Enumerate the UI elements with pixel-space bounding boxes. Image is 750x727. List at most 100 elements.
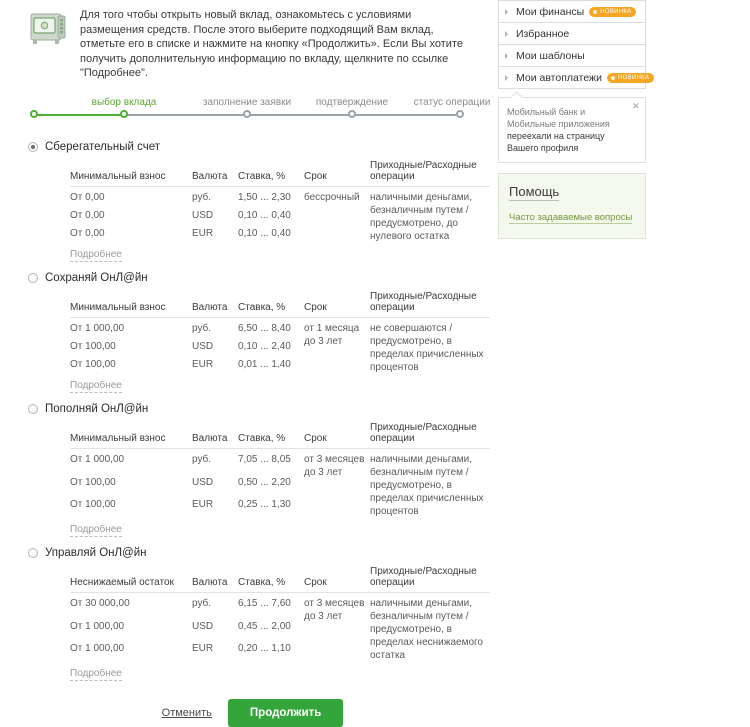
table-header-row: Минимальный взнос Валюта Ставка, % Срок … xyxy=(70,157,490,187)
col-rate: Ставка, % xyxy=(238,157,304,187)
details-link[interactable]: Подробнее xyxy=(70,524,122,537)
main-content: Для того чтобы открыть новый вклад, озна… xyxy=(0,0,495,727)
deposit-header[interactable]: Сохраняй ОнЛ@йн xyxy=(28,270,495,286)
details-link[interactable]: Подробнее xyxy=(70,668,122,681)
sidebar-item-my-finances[interactable]: Мои финансы НОВИНКА xyxy=(499,1,645,23)
cell-min: От 1 000,00 xyxy=(70,453,125,465)
stepper-node-2[interactable] xyxy=(243,109,251,118)
col-term: Срок xyxy=(304,419,370,449)
intro-text: Для того чтобы открыть новый вклад, озна… xyxy=(80,9,463,79)
close-icon[interactable]: ✕ xyxy=(632,102,640,111)
stepper-node-1[interactable] xyxy=(120,109,128,118)
sidebar-item-autopayments[interactable]: Мои автоплатежи НОВИНКА xyxy=(499,67,655,89)
notice-conjunction: и xyxy=(577,107,586,117)
deposit-radio[interactable] xyxy=(28,547,38,558)
deposit-option: Сохраняй ОнЛ@йн Минимальный взнос Валюта… xyxy=(28,270,495,393)
sidebar-item-label: Мои автоплатежи xyxy=(516,71,602,84)
notice-link-mobile-bank[interactable]: Мобильный банк xyxy=(507,107,578,117)
deposit-terms-table: Минимальный взнос Валюта Ставка, % Срок … xyxy=(70,157,490,244)
table-row: От 0,00 руб. 1,50 ... 2,30 бессрочный на… xyxy=(70,186,490,242)
cell-currency: EUR xyxy=(192,227,214,239)
deposit-header[interactable]: Пополняй ОнЛ@йн xyxy=(28,401,495,417)
sidebar-item-favorites[interactable]: Избранное xyxy=(499,23,645,45)
cell-rate: 0,01 ... 1,40 xyxy=(238,358,291,370)
intro-block: Для того чтобы открыть новый вклад, озна… xyxy=(0,0,495,81)
faq-link[interactable]: Часто задаваемые вопросы xyxy=(509,212,633,224)
cell-currency: USD xyxy=(192,209,214,221)
cell-rate: 0,10 ... 2,40 xyxy=(238,340,291,352)
stepper-label-3[interactable]: статус операции xyxy=(414,97,491,108)
cell-term: бессрочный xyxy=(304,191,360,203)
col-rate: Ставка, % xyxy=(238,563,304,593)
cell-rate: 0,25 ... 1,30 xyxy=(238,498,291,510)
cell-min: От 100,00 xyxy=(70,340,116,352)
col-term: Срок xyxy=(304,157,370,187)
cell-operations: наличными деньгами, безналичным путем / … xyxy=(370,191,473,242)
sidebar-menu: Мои финансы НОВИНКА Избранное Мои шаблон… xyxy=(498,0,655,89)
stepper-label-0[interactable]: выбор вклада xyxy=(92,97,157,108)
deposit-radio[interactable] xyxy=(28,272,38,283)
safe-vault-icon xyxy=(28,10,70,46)
col-currency: Валюта xyxy=(192,157,238,187)
sidebar: Мои финансы НОВИНКА Избранное Мои шаблон… xyxy=(498,0,655,239)
new-badge: НОВИНКА xyxy=(606,72,655,83)
col-operations: Приходные/Расходные операции xyxy=(370,157,490,187)
col-term: Срок xyxy=(304,563,370,593)
cell-term: от 1 месяца до 3 лет xyxy=(304,322,360,347)
stepper-node-4[interactable] xyxy=(456,109,464,118)
badge-heart-icon xyxy=(610,75,615,80)
deposit-selection-page: Для того чтобы открыть новый вклад, озна… xyxy=(0,0,750,727)
form-actions: Отменить Продолжить xyxy=(0,698,495,727)
cell-operations: не совершаются / предусмотрено, в предел… xyxy=(370,322,484,373)
chevron-right-icon xyxy=(505,74,511,81)
cell-operations: наличными деньгами, безналичным путем / … xyxy=(370,597,483,661)
stepper-label-2[interactable]: подтверждение xyxy=(316,97,388,108)
col-operations: Приходные/Расходные операции xyxy=(370,563,490,593)
chevron-right-icon xyxy=(505,8,511,15)
cell-min: От 1 000,00 xyxy=(70,322,125,334)
stepper-node-3[interactable] xyxy=(348,109,356,118)
table-header-row: Неснижаемый остаток Валюта Ставка, % Сро… xyxy=(70,563,490,593)
cell-min: От 1 000,00 xyxy=(70,620,125,632)
col-min-deposit: Минимальный взнос xyxy=(70,157,192,187)
cell-rate: 0,10 ... 0,40 xyxy=(238,227,291,239)
cell-currency: EUR xyxy=(192,498,214,510)
deposit-radio[interactable] xyxy=(28,403,38,414)
sidebar-item-label: Мои шаблоны xyxy=(516,49,585,62)
chevron-right-icon xyxy=(505,52,511,59)
sidebar-item-my-templates[interactable]: Мои шаблоны xyxy=(499,45,645,67)
cancel-link[interactable]: Отменить xyxy=(162,707,212,719)
cell-min: От 30 000,00 xyxy=(70,597,130,609)
sidebar-item-label: Избранное xyxy=(516,27,570,40)
deposit-name: Сберегательный счет xyxy=(45,140,161,153)
deposit-header[interactable]: Сберегательный счет xyxy=(28,139,495,155)
deposit-radio[interactable] xyxy=(28,141,38,152)
col-term: Срок xyxy=(304,288,370,318)
col-operations: Приходные/Расходные операции xyxy=(370,419,490,449)
deposit-terms-table: Минимальный взнос Валюта Ставка, % Срок … xyxy=(70,419,490,519)
cell-min: От 1 000,00 xyxy=(70,642,125,654)
cell-currency: руб. xyxy=(192,453,212,465)
mobile-bank-notice: ✕ Мобильный банк и Мобильные приложения … xyxy=(498,97,646,163)
deposit-header[interactable]: Управляй ОнЛ@йн xyxy=(28,545,495,561)
deposit-option: Управляй ОнЛ@йн Неснижаемый остаток Валю… xyxy=(28,545,495,681)
new-badge-label: НОВИНКА xyxy=(617,74,650,81)
cell-min: От 100,00 xyxy=(70,358,116,370)
details-link[interactable]: Подробнее xyxy=(70,380,122,393)
continue-button[interactable]: Продолжить xyxy=(227,698,344,727)
col-min-balance: Неснижаемый остаток xyxy=(70,563,192,593)
cell-min: От 100,00 xyxy=(70,476,116,488)
stepper-node-0[interactable] xyxy=(30,109,38,118)
deposit-name: Управляй ОнЛ@йн xyxy=(45,546,147,559)
cell-currency: руб. xyxy=(192,191,212,203)
stepper-labels: выбор вклада заполнение заявки подтвержд… xyxy=(32,97,491,110)
stepper-label-1[interactable]: заполнение заявки xyxy=(203,97,291,108)
cell-rate: 6,50 ... 8,40 xyxy=(238,322,291,334)
cell-currency: USD xyxy=(192,340,214,352)
cell-rate: 0,10 ... 0,40 xyxy=(238,209,291,221)
table-header-row: Минимальный взнос Валюта Ставка, % Срок … xyxy=(70,288,490,318)
notice-link-mobile-apps[interactable]: Мобильные приложения xyxy=(507,119,610,129)
notice-tail-text: переехали на страницу Вашего профиля xyxy=(507,131,605,153)
table-row: От 1 000,00 руб. 6,50 ... 8,40 от 1 меся… xyxy=(70,317,490,373)
details-link[interactable]: Подробнее xyxy=(70,249,122,262)
